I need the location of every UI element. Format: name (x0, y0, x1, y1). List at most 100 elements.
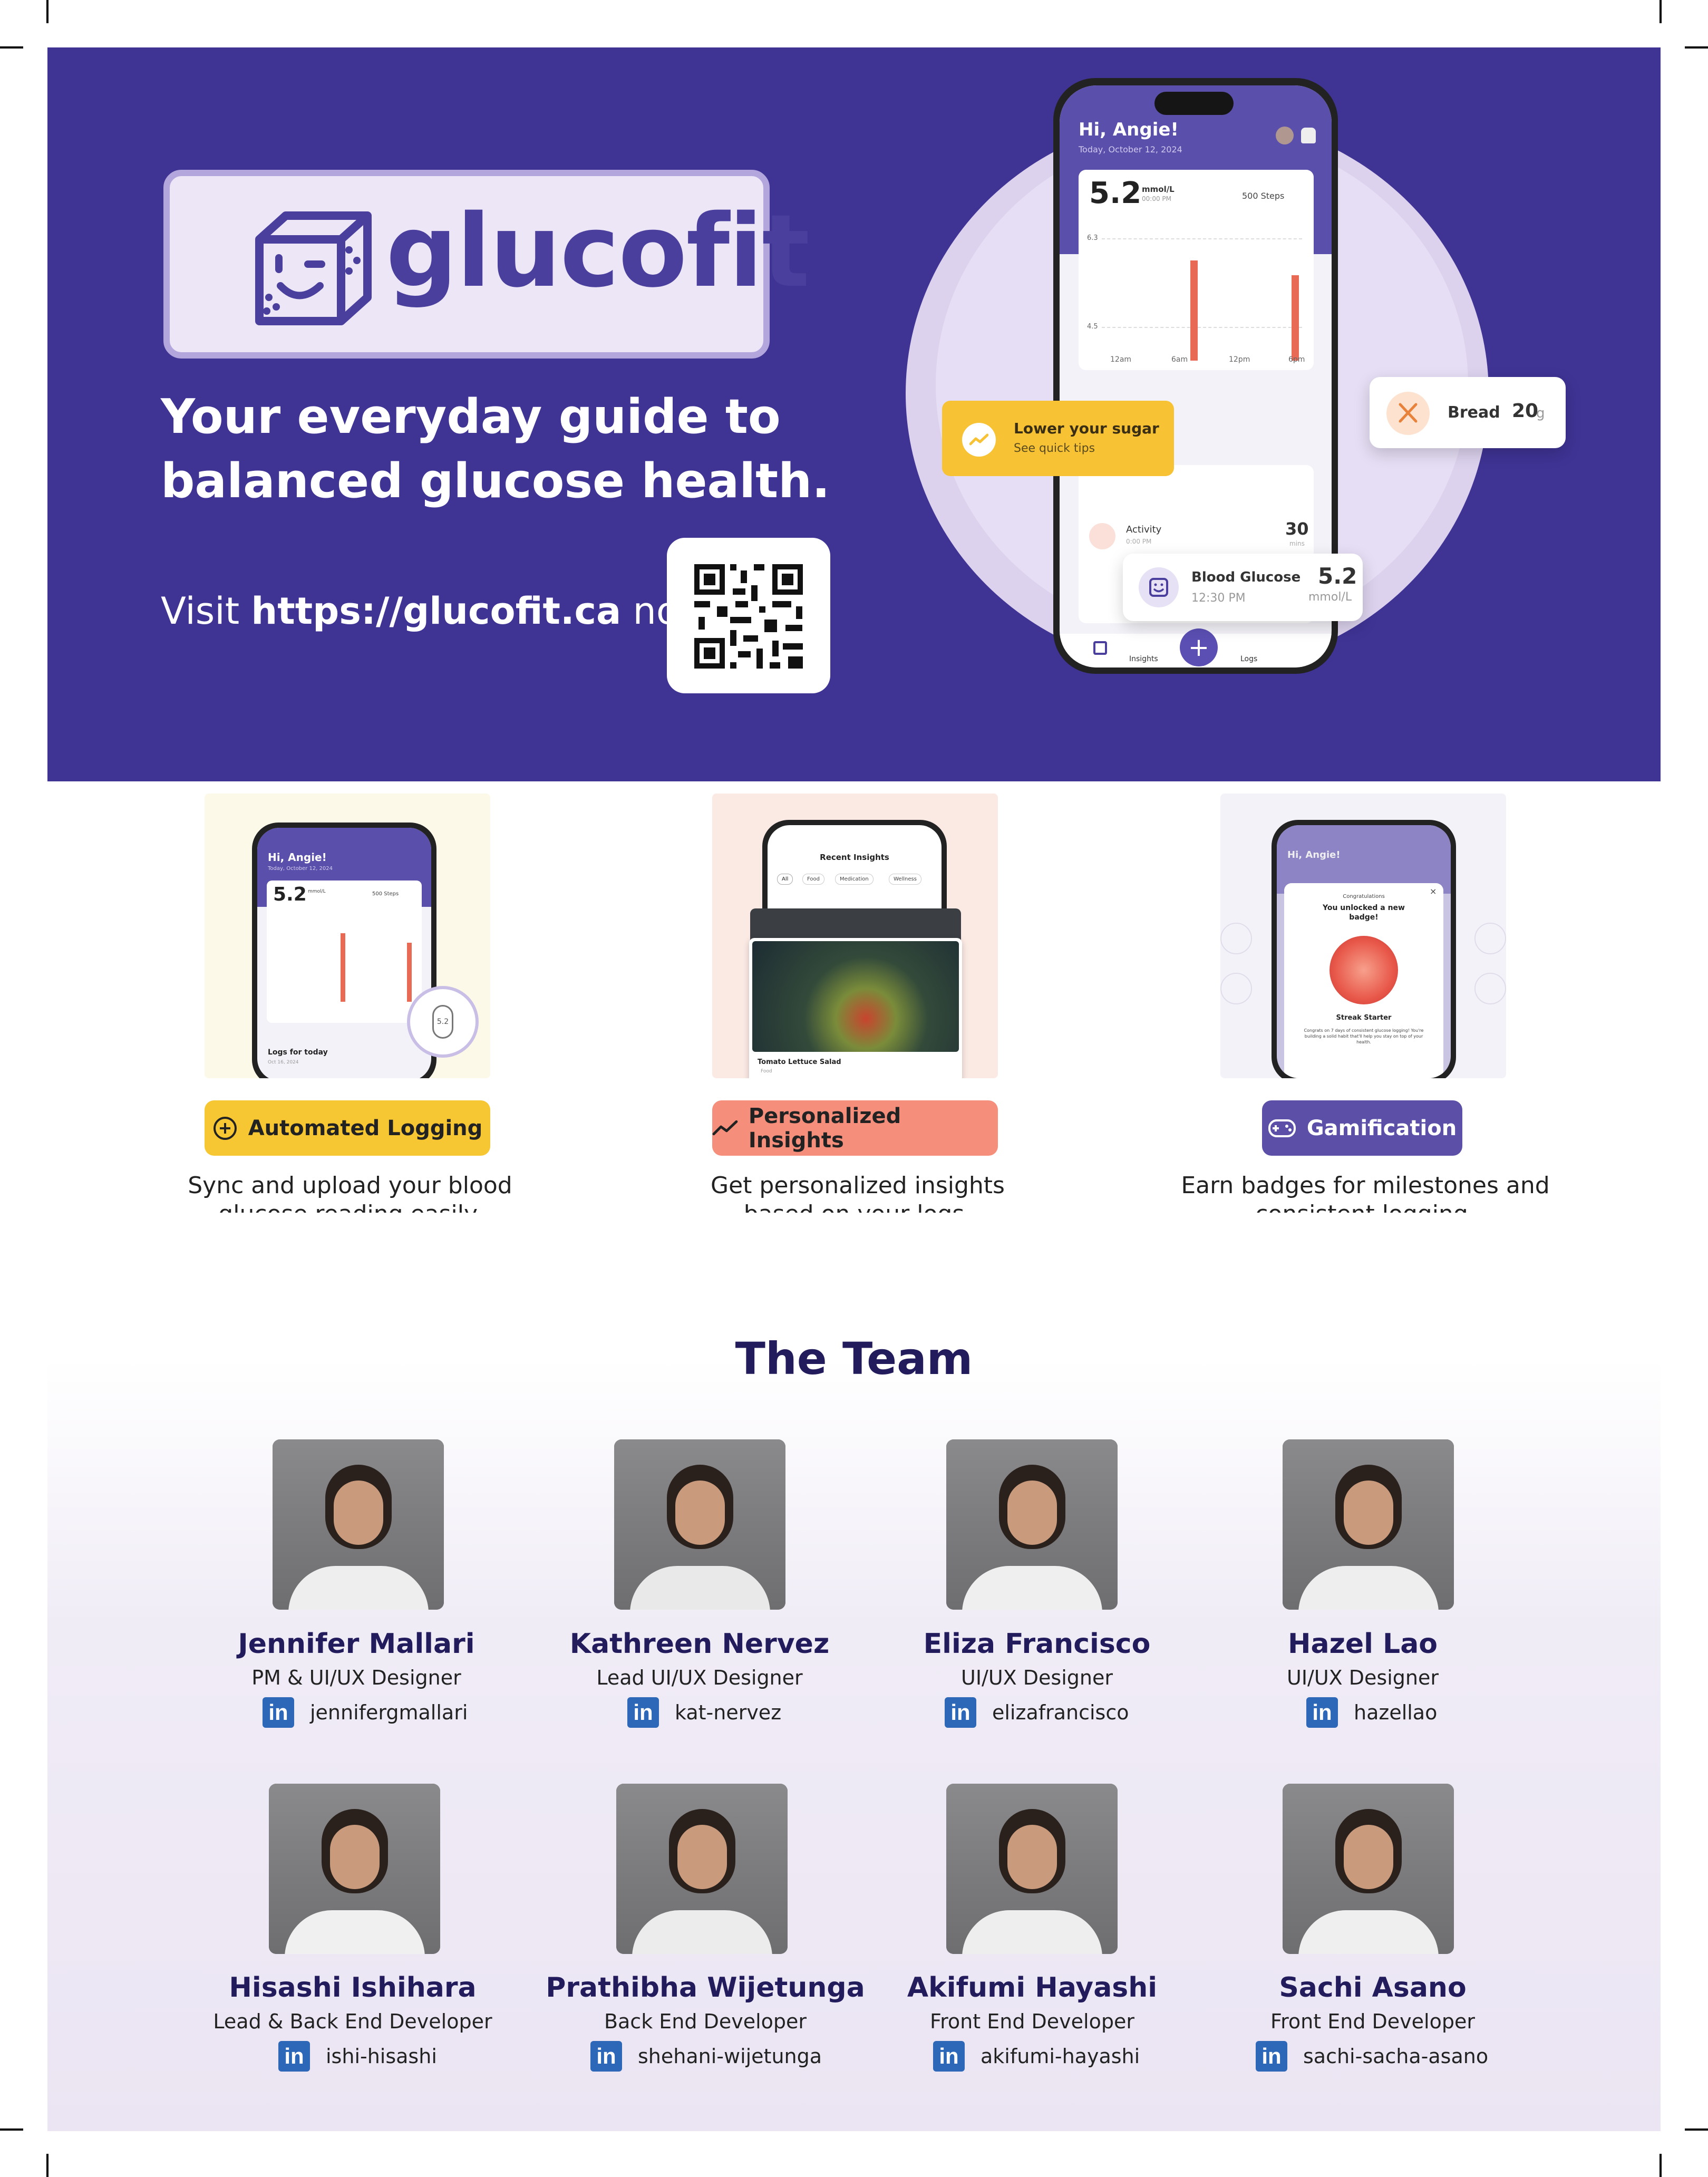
member-name: Sachi Asano (1279, 1972, 1467, 2004)
member-photo (1283, 1784, 1454, 1954)
badge-ghost (1220, 923, 1252, 954)
nav-insights[interactable]: Insights (1129, 655, 1158, 663)
bg-value: 5.2 (1318, 563, 1357, 589)
badge-text: Congrats on 7 days of consistent glucose… (1304, 1028, 1424, 1044)
member-name: Hazel Lao (1287, 1628, 1438, 1660)
crop-mark (46, 0, 48, 23)
member-linkedin[interactable]: in ishi-hisashi (278, 2040, 437, 2072)
feature-label: Automated Logging (248, 1116, 483, 1140)
bread-label: Bread (1448, 403, 1500, 422)
add-button[interactable]: + (1180, 628, 1218, 666)
photo-face (334, 1481, 383, 1545)
home-icon[interactable] (1093, 641, 1107, 655)
member-role: UI/UX Designer (961, 1666, 1113, 1689)
activity-label: Activity (1126, 524, 1162, 535)
member-linkedin[interactable]: in sachi-sacha-asano (1256, 2040, 1488, 2072)
modal-congrats: Congratulations (1343, 894, 1385, 899)
member-name: Hisashi Ishihara (229, 1972, 477, 2004)
crop-mark (1685, 2128, 1708, 2131)
team-title: The Team (735, 1333, 973, 1385)
bg-unit: mmol/L (1308, 591, 1352, 604)
avatar[interactable] (1276, 127, 1294, 144)
member-name: Akifumi Hayashi (907, 1972, 1158, 2004)
member-role: Front End Developer (930, 2010, 1134, 2033)
steps-label: 500 Steps (1242, 191, 1285, 201)
trend-line-icon (712, 1120, 738, 1135)
salad-photo (752, 941, 959, 1052)
chart-gridline (1102, 238, 1302, 239)
activity-value: 30 (1285, 519, 1309, 539)
mock-footer: Logs for today (268, 1048, 328, 1057)
member-linkedin[interactable]: in kat-nervez (627, 1697, 781, 1728)
mock-screen: Hi, Angie! × Congratulations You unlocke… (1277, 825, 1451, 1078)
member-photo (1283, 1439, 1454, 1610)
bottom-nav: Insights + Logs (1060, 628, 1332, 667)
nav-logs[interactable]: Logs (1240, 655, 1257, 663)
member-role: Front End Developer (1270, 2010, 1475, 2033)
qr-code[interactable] (667, 538, 830, 693)
reading-time: 00:00 PM (1142, 195, 1171, 202)
mock-tab: All (777, 874, 793, 885)
member-photo (946, 1784, 1118, 1954)
mock-reading: 5.2 (273, 884, 307, 905)
member-photo (614, 1439, 785, 1610)
member-linkedin[interactable]: in hazellao (1306, 1697, 1437, 1728)
feature-pill-automated-logging[interactable]: Automated Logging (205, 1100, 490, 1156)
feature-image-automated-logging: Hi, Angie! Today, October 12, 2024 5.2 m… (205, 794, 490, 1078)
qr-code-icon (694, 564, 803, 669)
mock-bar (341, 933, 345, 1002)
member-photo (946, 1439, 1118, 1610)
reading-unit: mmol/L (1142, 185, 1175, 194)
linkedin-icon: in (945, 1697, 976, 1728)
visit-line: Visit https://glucofit.ca now! (161, 589, 724, 633)
feature-pill-personalized-insights[interactable]: Personalized Insights (712, 1100, 998, 1156)
crop-mark (1660, 0, 1662, 23)
crop-mark (0, 46, 23, 49)
insight-card: Tomato Lettuce Salad Food (749, 938, 962, 1078)
logo: glucofit (163, 170, 810, 359)
bread-unit: g (1536, 405, 1545, 421)
mock-tab: Food (802, 874, 824, 885)
member-linkedin[interactable]: in akifumi-hayashi (933, 2040, 1140, 2072)
linkedin-handle: akifumi-hayashi (981, 2045, 1140, 2068)
member-role: UI/UX Designer (1287, 1666, 1439, 1689)
tip-popup[interactable]: Lower your sugar See quick tips (942, 401, 1174, 476)
badge-ghost (1474, 973, 1506, 1004)
crop-mark (1685, 46, 1708, 49)
crop-mark (0, 2128, 23, 2131)
tip-subtitle: See quick tips (1014, 442, 1095, 455)
mock-tab: Medication (835, 874, 874, 885)
mock-steps: 500 Steps (372, 891, 399, 897)
reading-value: 5.2 (1089, 176, 1142, 210)
blood-glucose-popup[interactable]: Blood Glucose 12:30 PM 5.2 mmol/L (1123, 554, 1363, 621)
feature-label: Personalized Insights (748, 1104, 901, 1153)
bg-label: Blood Glucose (1191, 569, 1301, 585)
phone-notch (1154, 92, 1234, 115)
photo-face (675, 1481, 725, 1545)
linkedin-icon: in (933, 2041, 965, 2072)
mock-screen: Hi, Angie! Today, October 12, 2024 5.2 m… (257, 828, 431, 1078)
linkedin-handle: shehani-wijetunga (638, 2045, 822, 2068)
linkedin-icon: in (263, 1697, 294, 1728)
member-name: Kathreen Nervez (569, 1628, 830, 1660)
linkedin-handle: hazellao (1354, 1701, 1438, 1724)
bread-value: 20 (1512, 400, 1539, 422)
crop-mark (1660, 2154, 1662, 2177)
member-role: Back End Developer (604, 2010, 807, 2033)
mock-footer-date: Oct 16, 2024 (268, 1060, 299, 1065)
photo-face (330, 1825, 380, 1889)
glucose-card[interactable]: 5.2 mmol/L 00:00 PM 500 Steps 6.3 4.5 12… (1079, 170, 1314, 370)
mock-tab: Wellness (889, 874, 921, 885)
tagline: Your everyday guide to balanced glucose … (161, 389, 830, 509)
feature-pill-gamification[interactable]: Gamification (1262, 1100, 1462, 1156)
website-link[interactable]: https://glucofit.ca (251, 589, 621, 633)
sensor-badge: 5.2 (432, 1005, 453, 1039)
x-tick: 12am (1110, 355, 1132, 364)
flame-badge-icon (1329, 936, 1398, 1004)
bell-icon[interactable] (1301, 128, 1316, 143)
mock-card: 5.2 mmol/L 500 Steps (267, 881, 422, 1023)
bread-popup[interactable]: Bread 20 g (1370, 377, 1566, 448)
member-linkedin[interactable]: in shehani-wijetunga (590, 2040, 822, 2072)
member-linkedin[interactable]: in elizafrancisco (945, 1697, 1129, 1728)
member-linkedin[interactable]: in jennifergmallari (263, 1697, 468, 1728)
